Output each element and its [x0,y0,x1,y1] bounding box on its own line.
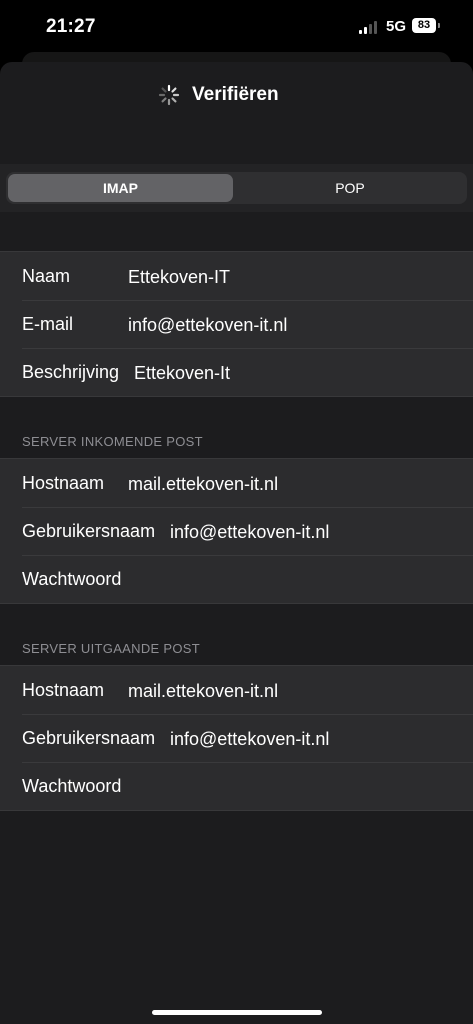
incoming-username-field[interactable]: info@ettekoven-it.nl [170,522,329,543]
name-label: Naam [22,266,71,286]
segment-imap[interactable]: IMAP [8,174,233,202]
outgoing-password-row[interactable]: Wachtwoord [0,762,473,810]
outgoing-password-label: Wachtwoord [22,776,122,796]
email-row[interactable]: E-mail info@ettekoven-it.nl [0,300,473,348]
outgoing-username-row[interactable]: Gebruikersnaam info@ettekoven-it.nl [0,714,473,762]
outgoing-hostname-row[interactable]: Hostnaam mail.ettekoven-it.nl [0,666,473,714]
network-type: 5G [386,18,407,35]
email-field[interactable]: info@ettekoven-it.nl [128,315,287,336]
outgoing-server-header: SERVER UITGAANDE POST [22,641,200,656]
status-time: 21:27 [46,16,96,37]
segment-pop[interactable]: POP [235,174,465,202]
incoming-server-header: SERVER INKOMENDE POST [22,434,203,449]
name-field[interactable]: Ettekoven-IT [128,267,230,288]
home-indicator[interactable] [152,1010,322,1015]
description-label: Beschrijving [22,362,120,382]
outgoing-username-label: Gebruikersnaam [22,728,156,748]
battery-icon: 83 [412,18,436,33]
name-row[interactable]: Naam Ettekoven-IT [0,252,473,300]
outgoing-username-field[interactable]: info@ettekoven-it.nl [170,729,329,750]
status-bar: 21:27 5G 83 [0,0,473,54]
incoming-username-label: Gebruikersnaam [22,521,156,541]
incoming-hostname-field[interactable]: mail.ettekoven-it.nl [128,474,278,495]
incoming-server-group: Hostnaam mail.ettekoven-it.nl Gebruikers… [0,458,473,604]
description-field[interactable]: Ettekoven-It [134,363,230,384]
cellular-signal-icon [359,21,381,34]
outgoing-hostname-label: Hostnaam [22,680,105,700]
incoming-username-row[interactable]: Gebruikersnaam info@ettekoven-it.nl [0,507,473,555]
account-type-segmented-control[interactable]: IMAP POP [6,172,467,204]
incoming-password-label: Wachtwoord [22,569,122,589]
account-group: Naam Ettekoven-IT E-mail info@ettekoven-… [0,251,473,397]
description-row[interactable]: Beschrijving Ettekoven-It [0,348,473,396]
nav-title: Verifiëren [192,84,279,105]
activity-spinner-icon [158,84,180,106]
incoming-hostname-row[interactable]: Hostnaam mail.ettekoven-it.nl [0,459,473,507]
battery-tip [438,23,440,28]
outgoing-hostname-field[interactable]: mail.ettekoven-it.nl [128,681,278,702]
outgoing-server-group: Hostnaam mail.ettekoven-it.nl Gebruikers… [0,665,473,811]
incoming-password-row[interactable]: Wachtwoord [0,555,473,603]
incoming-hostname-label: Hostnaam [22,473,105,493]
account-type-bar: IMAP POP [0,164,473,212]
email-label: E-mail [22,314,74,334]
